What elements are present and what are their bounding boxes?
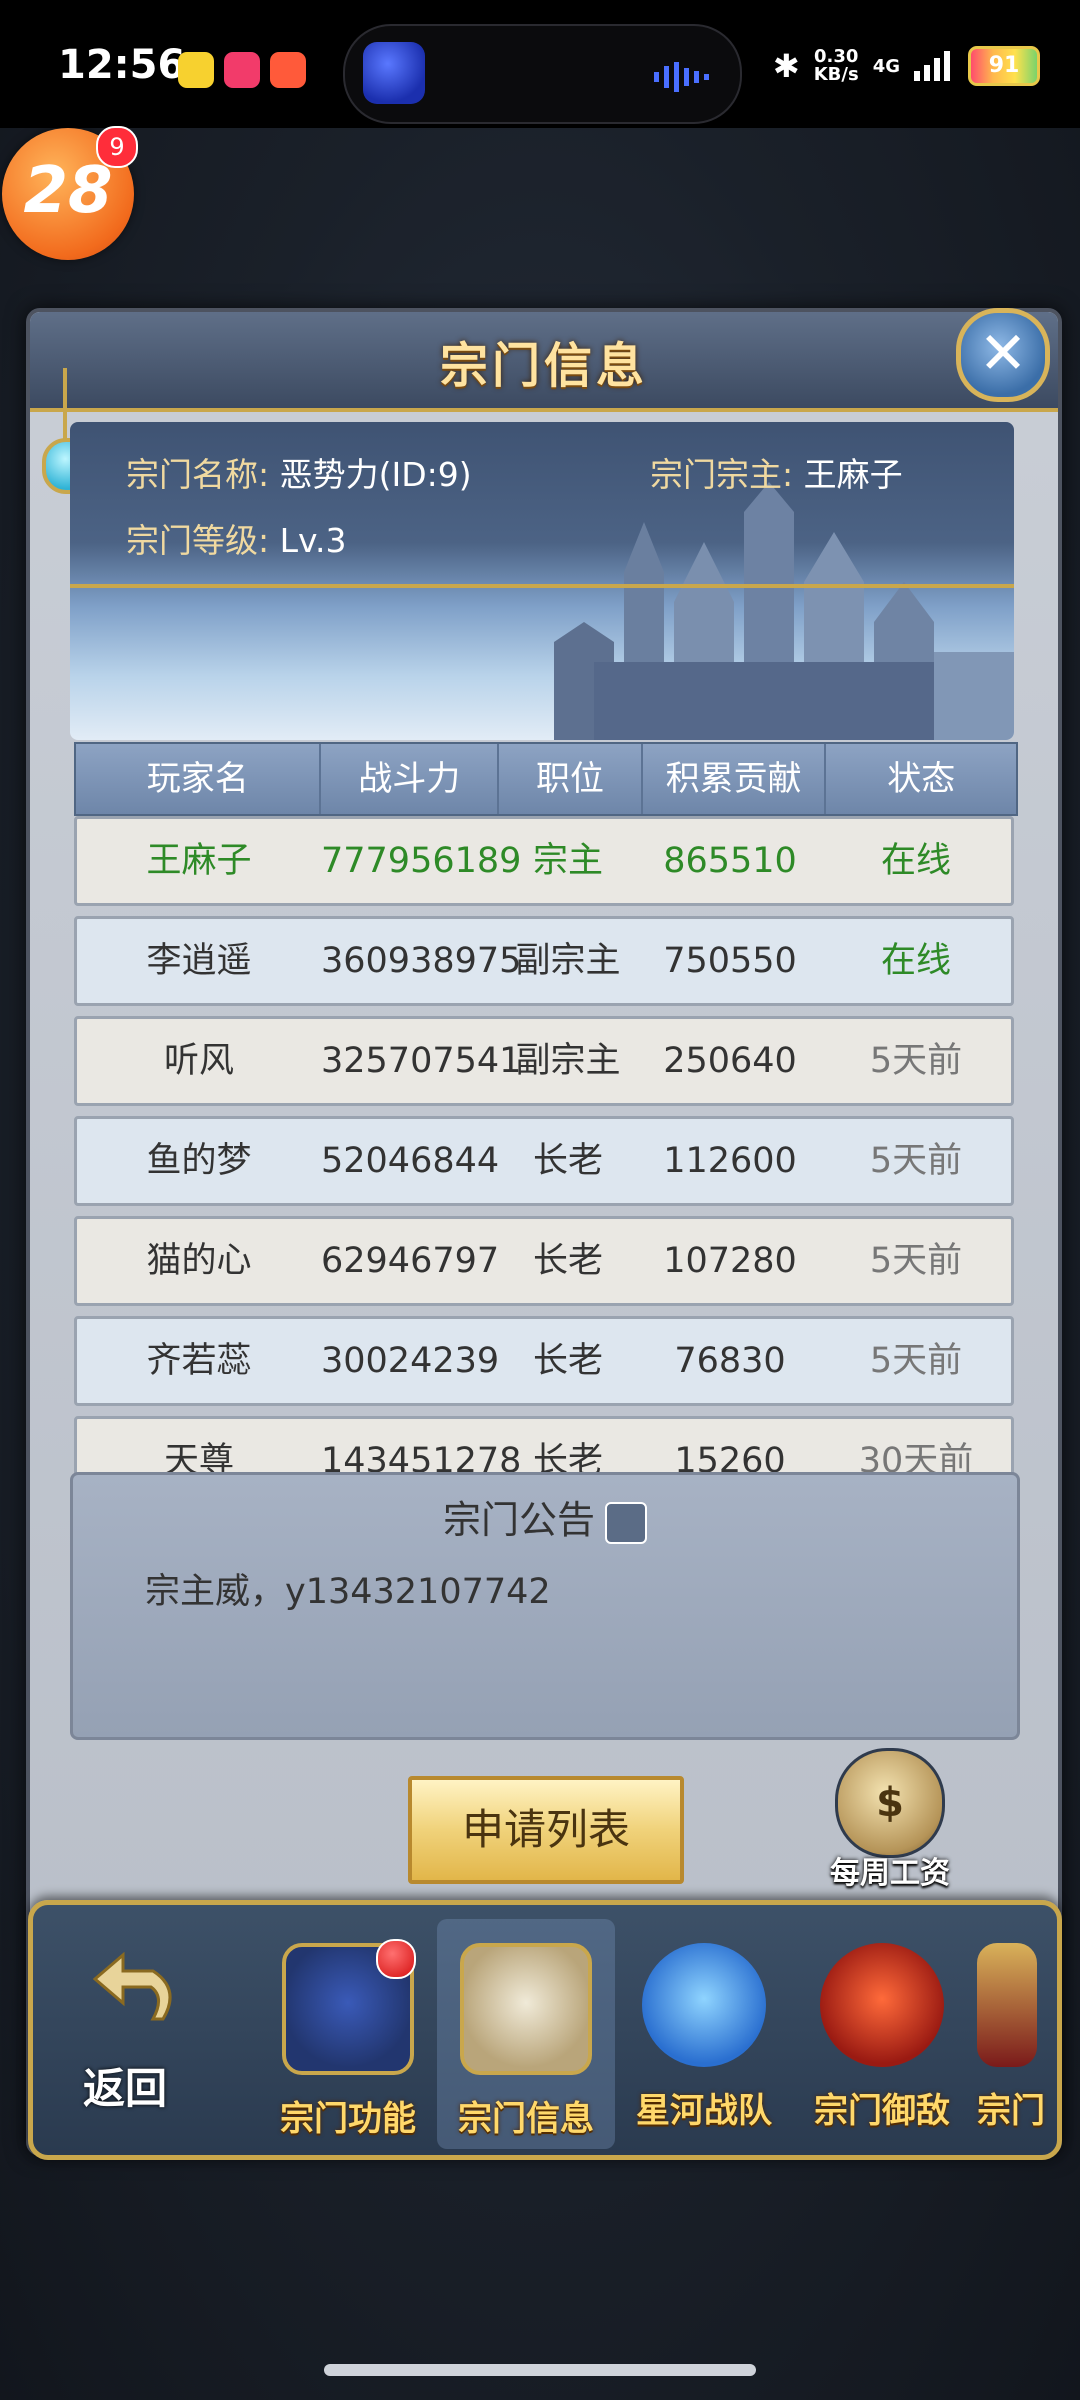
nav-sect-functions[interactable]: 宗门功能 [259, 1919, 437, 2149]
member-power: 325707541 [321, 1041, 522, 1081]
sect-more-icon [977, 1943, 1037, 2067]
signal-icon [914, 51, 950, 81]
member-row[interactable]: 听风 325707541 副宗主 250640 5天前 [74, 1016, 1014, 1106]
bluetooth-icon: ✱ [772, 47, 800, 85]
sect-leader: 宗门宗主: 王麻子 [650, 455, 903, 494]
member-row[interactable]: 王麻子 777956189 宗主 865510 在线 [74, 816, 1014, 906]
member-name: 听风 [163, 1041, 234, 1081]
member-role: 宗主 [532, 841, 603, 881]
header-power: 战斗力 [321, 744, 500, 814]
member-table-header: 玩家名 战斗力 职位 积累贡献 状态 [74, 742, 1018, 816]
member-row[interactable]: 李逍遥 360938975 副宗主 750550 在线 [74, 916, 1014, 1006]
demon-icon [820, 1943, 944, 2067]
member-row[interactable]: 齐若蕊 30024239 长老 76830 5天前 [74, 1316, 1014, 1406]
nav-star-fleet[interactable]: 星河战队 [615, 1919, 793, 2149]
member-role: 长老 [532, 1341, 603, 1381]
member-power: 777956189 [321, 841, 522, 881]
app-icon-shop [270, 52, 306, 88]
close-button[interactable]: ✕ [956, 308, 1050, 402]
member-row[interactable]: 猫的心 62946797 长老 107280 5天前 [74, 1216, 1014, 1306]
header-contribution: 积累贡献 [643, 744, 827, 814]
member-role: 长老 [532, 1241, 603, 1281]
nav-sect-more[interactable]: 宗门 [971, 1919, 1051, 2149]
member-power: 30024239 [321, 1341, 500, 1381]
member-name: 齐若蕊 [146, 1341, 252, 1381]
member-status: 5天前 [869, 1241, 963, 1281]
member-power: 360938975 [321, 941, 522, 981]
member-name: 鱼的梦 [146, 1141, 252, 1181]
castle-background-icon [554, 482, 1014, 740]
header-role: 职位 [499, 744, 643, 814]
sect-level: 宗门等级: Lv.3 [126, 521, 347, 560]
notification-badge: 9 [96, 126, 138, 168]
dynamic-island[interactable] [343, 24, 742, 124]
member-contribution: 112600 [663, 1141, 797, 1181]
audio-wave-icon [654, 62, 709, 92]
header-player-name: 玩家名 [76, 744, 322, 814]
member-row[interactable]: 鱼的梦 52046844 长老 112600 5天前 [74, 1116, 1014, 1206]
battery-indicator: 91 [968, 46, 1040, 86]
member-contribution: 750550 [663, 941, 797, 981]
status-right: ✱ 0.30 KB/s 4G 91 [773, 46, 1040, 86]
weekly-salary-label: 每周工资 [830, 1856, 950, 1891]
sect-info-panel: 宗门信息 ✕ 宗门名称: 恶势力(ID:9) 宗门宗主: 王麻子 宗门等级: L… [26, 308, 1062, 2156]
member-contribution: 250640 [663, 1041, 797, 1081]
back-label: 返回 [83, 2064, 168, 2113]
member-status: 5天前 [869, 1041, 963, 1081]
header-status: 状态 [887, 759, 956, 799]
member-name: 李逍遥 [146, 941, 252, 981]
book-icon [460, 1943, 592, 2075]
edit-icon[interactable] [605, 1501, 647, 1544]
home-indicator[interactable] [324, 2364, 756, 2376]
member-status: 在线 [880, 941, 951, 981]
nav-sect-info[interactable]: 宗门信息 [437, 1919, 615, 2149]
ornament-chain [63, 368, 67, 442]
member-power: 52046844 [321, 1141, 500, 1181]
network-type: 4G [872, 55, 900, 77]
member-contribution: 865510 [663, 841, 797, 881]
bottom-nav: 返回 宗门功能 宗门信息 星河战队 宗门御敌 宗门 [28, 1900, 1062, 2160]
member-power: 62946797 [321, 1241, 500, 1281]
back-arrow-icon [93, 1951, 172, 2021]
member-role: 长老 [532, 1141, 603, 1181]
member-name: 王麻子 [146, 841, 252, 881]
member-status: 5天前 [869, 1141, 963, 1181]
apply-list-button[interactable]: 申请列表 [408, 1776, 684, 1884]
member-name: 猫的心 [146, 1241, 252, 1281]
status-bar: 12:56 ✱ 0.30 KB/s 4G 91 [0, 0, 1080, 128]
info-divider [70, 584, 1014, 588]
panel-title: 宗门信息 [439, 338, 648, 394]
member-contribution: 76830 [674, 1341, 786, 1381]
red-dot-badge [376, 1939, 416, 1979]
sect-info-area: 宗门名称: 恶势力(ID:9) 宗门宗主: 王麻子 宗门等级: Lv.3 [70, 422, 1014, 740]
status-time: 12:56 [58, 42, 186, 88]
network-speed: 0.30 KB/s [813, 46, 859, 85]
sect-notice: 宗门公告 宗主威，y13432107742 [70, 1472, 1020, 1740]
member-list: 王麻子 777956189 宗主 865510 在线 李逍遥 360938975… [74, 816, 1014, 1516]
notice-title: 宗门公告 [73, 1489, 1017, 1544]
weekly-salary-button[interactable]: $ 每周工资 [820, 1748, 960, 1898]
back-button[interactable]: 返回 [33, 1905, 243, 2155]
member-contribution: 107280 [663, 1241, 797, 1281]
nav-sect-defense[interactable]: 宗门御敌 [793, 1919, 971, 2149]
app-icon-music [178, 52, 214, 88]
dragon-shield-icon [282, 1939, 416, 2075]
rocket-icon [642, 1943, 766, 2067]
notice-text: 宗主威，y13432107742 [145, 1572, 551, 1612]
money-bag-icon: $ [835, 1748, 945, 1858]
panel-header: 宗门信息 ✕ [30, 308, 1058, 412]
member-status: 5天前 [869, 1341, 963, 1381]
member-status: 在线 [880, 841, 951, 881]
sect-name: 宗门名称: 恶势力(ID:9) [126, 455, 472, 494]
game-app-icon [363, 42, 425, 104]
member-role: 副宗主 [515, 1041, 621, 1081]
app-icon-notes [224, 52, 260, 88]
member-role: 副宗主 [515, 941, 621, 981]
